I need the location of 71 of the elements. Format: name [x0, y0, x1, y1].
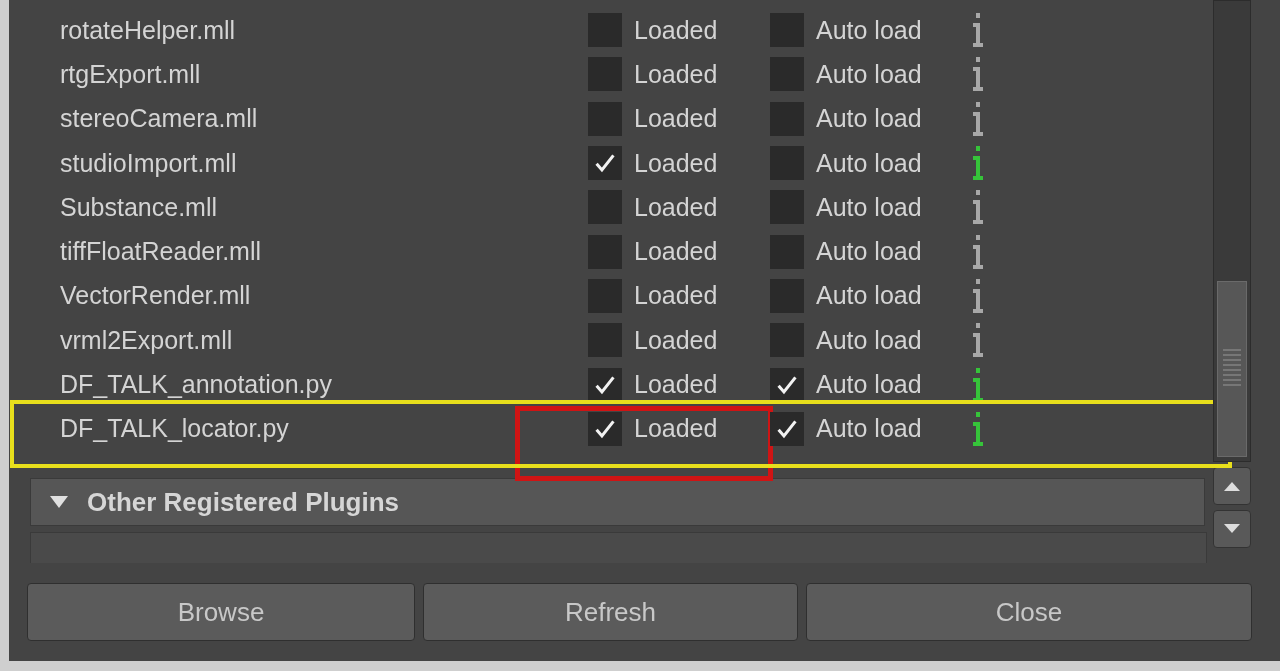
checkbox-label: Loaded — [634, 15, 718, 45]
checkbox-label: Auto load — [816, 148, 922, 178]
checkbox[interactable] — [588, 234, 622, 269]
collapse-triangle-icon[interactable] — [49, 495, 69, 509]
checkbox-label: Loaded — [634, 192, 718, 222]
checkbox[interactable] — [770, 101, 804, 136]
checkbox[interactable] — [588, 13, 622, 48]
checkbox[interactable] — [770, 367, 804, 402]
plugin-name: rtgExport.mll — [59, 59, 202, 89]
checkbox-label: Loaded — [634, 104, 718, 134]
info-icon[interactable] — [972, 189, 984, 226]
info-icon[interactable] — [972, 12, 984, 49]
plugin-name: vrml2Export.mll — [59, 325, 234, 355]
checkbox-label: Auto load — [816, 15, 922, 45]
checkbox[interactable] — [588, 146, 622, 181]
checkbox-label: Auto load — [816, 414, 922, 444]
checkbox-label: Loaded — [634, 414, 718, 444]
checkbox[interactable] — [588, 57, 622, 92]
checkbox-label: Loaded — [634, 148, 718, 178]
plugin-name: Substance.mll — [59, 192, 219, 222]
checkbox[interactable] — [770, 411, 804, 446]
checkbox-label: Loaded — [634, 237, 718, 267]
scroll-down-button[interactable] — [1213, 510, 1251, 548]
plugin-name: VectorRender.mll — [59, 281, 252, 311]
checkbox[interactable] — [588, 101, 622, 136]
checkbox[interactable] — [770, 13, 804, 48]
checkbox[interactable] — [588, 367, 622, 402]
plugin-name: DF_TALK_locator.py — [59, 414, 290, 444]
checkbox-label: Auto load — [816, 104, 922, 134]
checkbox[interactable] — [770, 278, 804, 313]
checkbox[interactable] — [588, 323, 622, 358]
checkbox-label: Auto load — [816, 281, 922, 311]
checkbox-label: Auto load — [816, 237, 922, 267]
checkbox-label: Loaded — [634, 59, 718, 89]
checkbox[interactable] — [770, 190, 804, 225]
checkbox-label: Loaded — [634, 281, 718, 311]
info-icon[interactable] — [972, 322, 984, 359]
checkbox[interactable] — [770, 234, 804, 269]
checkbox-label: Auto load — [816, 370, 922, 399]
checkbox[interactable] — [770, 323, 804, 358]
checkbox-label: Auto load — [816, 325, 922, 355]
checkbox[interactable] — [770, 57, 804, 92]
info-icon[interactable] — [972, 366, 984, 403]
checkbox[interactable] — [770, 146, 804, 181]
dialog-button[interactable]: Refresh — [423, 583, 798, 641]
info-icon[interactable] — [972, 233, 984, 270]
checkbox-label: Loaded — [634, 325, 718, 355]
info-icon[interactable] — [972, 277, 984, 314]
checkbox-label: Auto load — [816, 59, 922, 89]
info-icon[interactable] — [972, 56, 984, 93]
triangle-up-icon — [1222, 480, 1242, 492]
info-icon[interactable] — [972, 410, 984, 447]
triangle-down-icon — [1222, 523, 1242, 535]
checkbox[interactable] — [588, 278, 622, 313]
plugin-name: rotateHelper.mll — [59, 15, 237, 45]
scroll-up-button[interactable] — [1213, 467, 1251, 505]
checkbox[interactable] — [588, 411, 622, 446]
plugin-name: stereoCamera.mll — [59, 104, 259, 134]
plugin-name: DF_TALK_annotation.py — [59, 370, 333, 399]
info-icon[interactable] — [972, 100, 984, 137]
plugin-name: studioImport.mll — [59, 148, 238, 178]
checkbox[interactable] — [588, 190, 622, 225]
scrollbar-track[interactable] — [1213, 0, 1251, 462]
dialog-button[interactable]: Browse — [27, 583, 415, 641]
section-header[interactable]: Other Registered Plugins — [30, 478, 1205, 526]
info-icon[interactable] — [972, 145, 984, 182]
dialog-button[interactable]: Close — [806, 583, 1252, 641]
plugin-name: tiffFloatReader.mll — [59, 237, 262, 267]
checkbox-label: Loaded — [634, 370, 718, 399]
checkbox-label: Auto load — [816, 192, 922, 222]
scrollbar-thumb[interactable] — [1217, 281, 1247, 457]
